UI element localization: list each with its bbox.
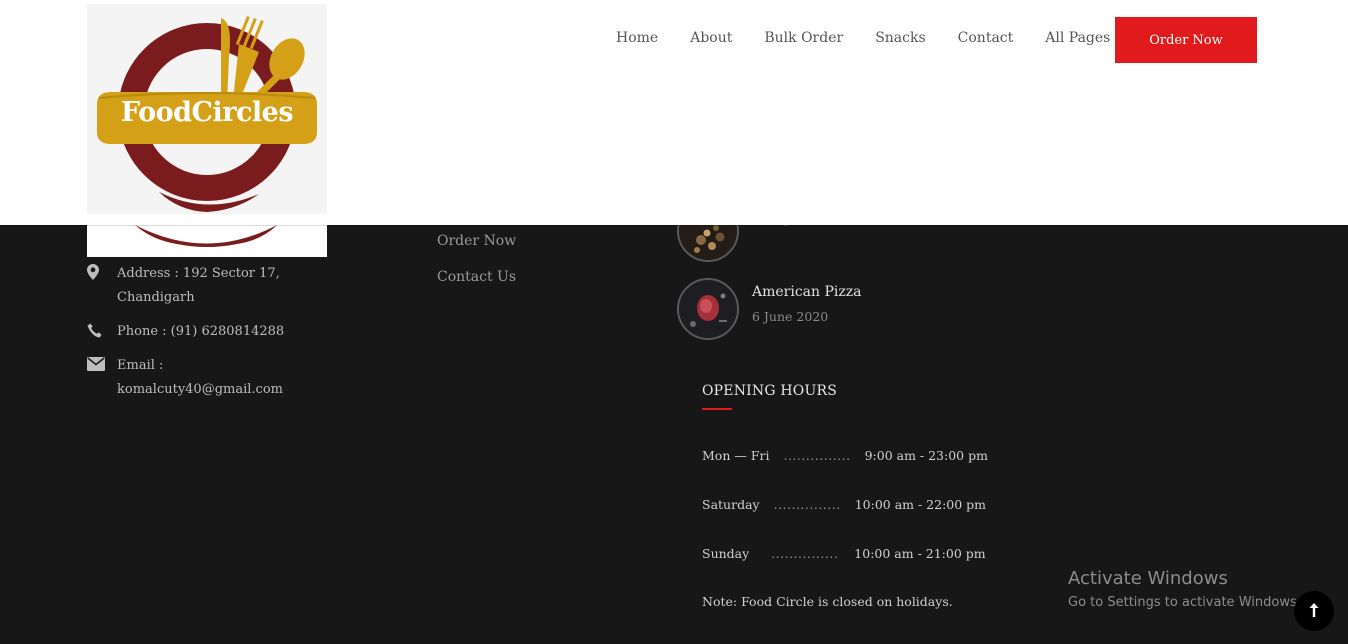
- recent-post[interactable]: American Pizza 6 June 2020: [677, 278, 862, 340]
- contact-address: Address : 192 Sector 17, Chandigarh: [87, 262, 327, 310]
- hours-time: 9:00 am - 23:00 pm: [864, 448, 988, 463]
- phone-icon: [87, 320, 117, 340]
- hours-row-sunday: Sunday ............... 10:00 am - 21:00 …: [702, 546, 986, 561]
- email-text: Email : komalcuty40@gmail.com: [117, 358, 283, 397]
- nav-snacks[interactable]: Snacks: [875, 30, 925, 46]
- arrow-up-icon: [1309, 602, 1319, 621]
- nav-all-pages[interactable]: All Pages: [1045, 30, 1110, 46]
- envelope-icon: [87, 354, 117, 374]
- post-date: 6 June 2020: [752, 309, 829, 324]
- hours-time: 10:00 am - 22:00 pm: [854, 497, 987, 512]
- order-now-button[interactable]: Order Now: [1115, 17, 1257, 63]
- post-title[interactable]: American Pizza: [752, 282, 862, 302]
- back-to-top-button[interactable]: [1294, 591, 1334, 631]
- hours-row-saturday: Saturday ............... 10:00 am - 22:0…: [702, 497, 986, 512]
- site-header: FoodCircles Home About Bulk Order Snacks…: [0, 0, 1348, 225]
- hours-dots: ...............: [773, 497, 841, 512]
- hours-dots: ...............: [771, 546, 839, 561]
- phone-text: Phone : (91) 6280814288: [117, 324, 285, 339]
- hours-time: 10:00 am - 21:00 pm: [854, 546, 986, 561]
- hours-day: Mon — Fri: [702, 448, 770, 463]
- heading-underline: [702, 408, 732, 410]
- footer-link-contact-us[interactable]: Contact Us: [437, 269, 516, 285]
- hours-dots: ...............: [783, 448, 851, 463]
- nav-contact[interactable]: Contact: [958, 30, 1014, 46]
- contact-phone: Phone : (91) 6280814288: [87, 320, 327, 344]
- nav-home[interactable]: Home: [616, 30, 658, 46]
- footer-link-order-now[interactable]: Order Now: [437, 233, 516, 249]
- activate-windows-subtitle: Go to Settings to activate Windows.: [1068, 595, 1301, 610]
- contact-email: Email : komalcuty40@gmail.com: [87, 354, 327, 402]
- hours-note: Note: Food Circle is closed on holidays.: [702, 594, 953, 609]
- opening-hours-heading: OPENING HOURS: [702, 383, 837, 399]
- hours-day: Sunday: [702, 546, 750, 561]
- site-logo[interactable]: FoodCircles: [87, 4, 327, 214]
- hours-row-weekdays: Mon — Fri ............... 9:00 am - 23:0…: [702, 448, 988, 463]
- post-thumbnail[interactable]: [677, 278, 739, 340]
- map-marker-icon: [87, 262, 117, 282]
- activate-windows-title: Activate Windows: [1068, 568, 1228, 589]
- hours-day: Saturday: [702, 497, 760, 512]
- nav-bulk-order[interactable]: Bulk Order: [764, 30, 843, 46]
- logo-text: FoodCircles: [120, 97, 294, 128]
- nav-about[interactable]: About: [690, 30, 732, 46]
- address-text: Address : 192 Sector 17, Chandigarh: [117, 266, 280, 305]
- main-nav: Home About Bulk Order Snacks Contact All…: [616, 30, 1142, 46]
